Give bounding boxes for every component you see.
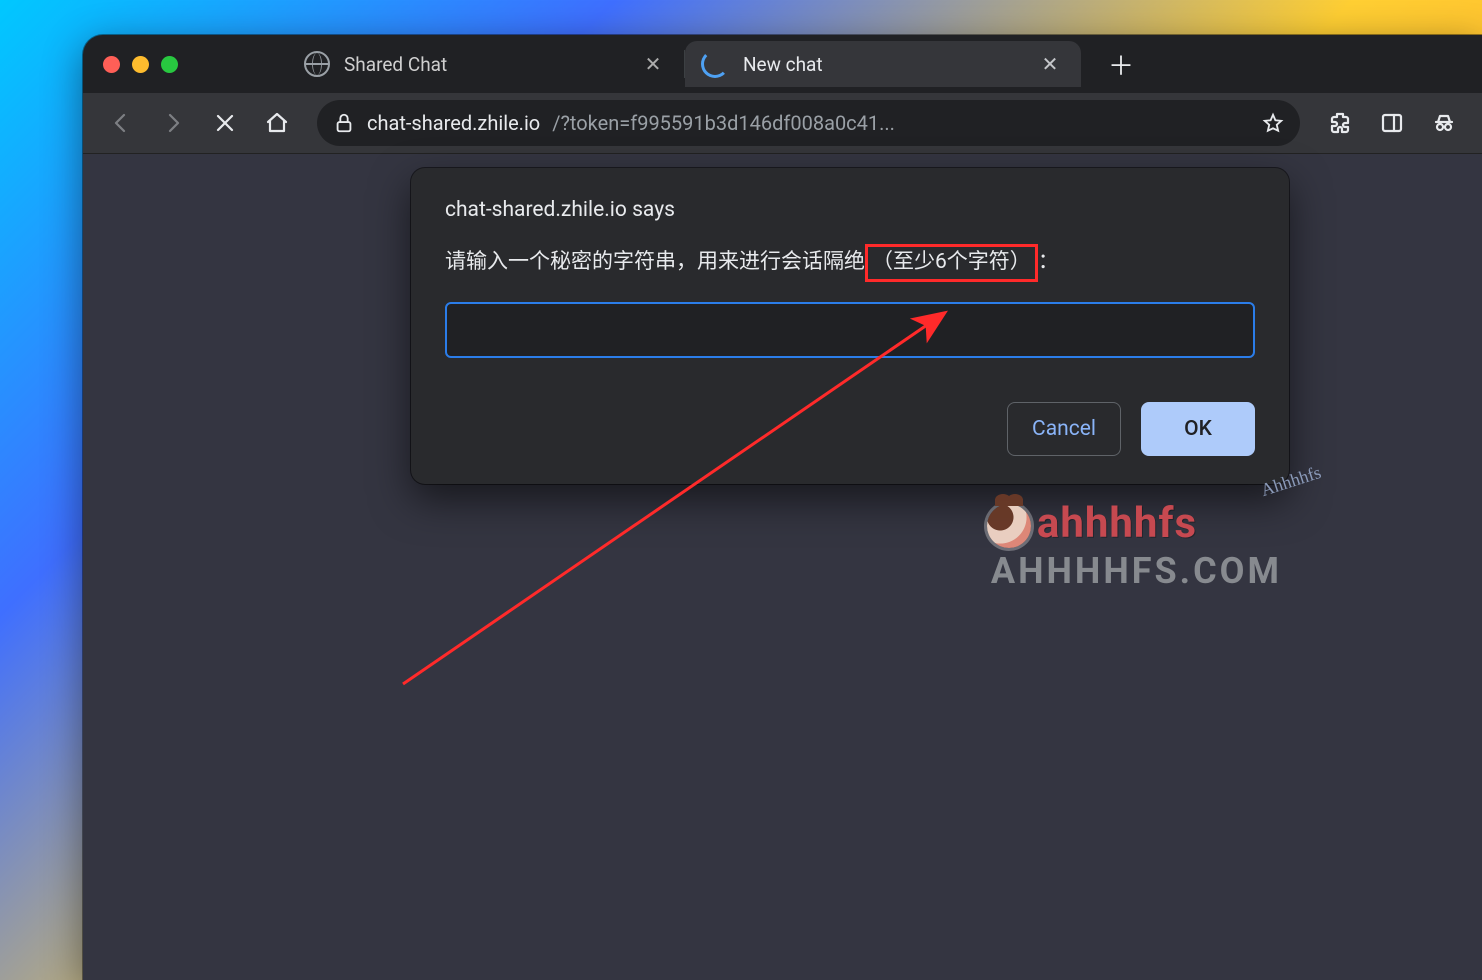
- stop-loading-button[interactable]: [205, 103, 245, 143]
- browser-window: Shared Chat ✕ New chat ✕ ＋ chat-sha: [83, 35, 1482, 980]
- maximize-window-button[interactable]: [161, 56, 178, 73]
- prompt-input[interactable]: [445, 302, 1255, 358]
- window-controls: [103, 56, 178, 73]
- dialog-message: 请输入一个秘密的字符串，用来进行会话隔绝 （至少6个字符） ：: [445, 244, 1255, 282]
- arrow-left-icon: [109, 111, 133, 135]
- tab-close-button[interactable]: ✕: [642, 52, 664, 76]
- incognito-icon: [1432, 111, 1456, 135]
- tab-title: New chat: [743, 53, 823, 76]
- watermark-avatar-icon: [987, 504, 1031, 548]
- puzzle-icon: [1328, 111, 1352, 135]
- url-path: /?token=f995591b3d146df008a0c41...: [552, 111, 1240, 135]
- tab-close-button[interactable]: ✕: [1039, 52, 1061, 76]
- close-window-button[interactable]: [103, 56, 120, 73]
- tab-title: Shared Chat: [344, 53, 447, 76]
- javascript-prompt-dialog: chat-shared.zhile.io says 请输入一个秘密的字符串，用来…: [411, 168, 1289, 484]
- dialog-buttons: Cancel OK: [445, 402, 1255, 456]
- watermark-logo: ahhhhfs: [1037, 499, 1197, 548]
- close-icon: [213, 111, 237, 135]
- tab-shared-chat[interactable]: Shared Chat ✕: [288, 41, 684, 87]
- watermark-subtext: AHHHHFS.COM: [991, 550, 1282, 592]
- back-button[interactable]: [101, 103, 141, 143]
- new-tab-button[interactable]: ＋: [1099, 42, 1143, 86]
- globe-icon: [304, 51, 330, 77]
- panel-icon: [1380, 111, 1404, 135]
- dialog-message-highlight: （至少6个字符）: [865, 244, 1038, 282]
- url-host: chat-shared.zhile.io: [367, 111, 540, 135]
- ok-button[interactable]: OK: [1141, 402, 1255, 456]
- dialog-message-part2: ：: [1038, 247, 1059, 279]
- page-content: chat-shared.zhile.io says 请输入一个秘密的字符串，用来…: [83, 154, 1482, 980]
- tab-strip: Shared Chat ✕ New chat ✕ ＋: [83, 35, 1482, 93]
- lock-icon: [333, 112, 355, 134]
- browser-toolbar: chat-shared.zhile.io /?token=f995591b3d1…: [83, 93, 1482, 154]
- incognito-indicator[interactable]: [1424, 103, 1464, 143]
- loading-spinner-icon: [701, 50, 729, 78]
- dialog-message-part1: 请输入一个秘密的字符串，用来进行会话隔绝: [445, 247, 865, 279]
- tab-new-chat[interactable]: New chat ✕: [685, 41, 1081, 87]
- watermark: Ahhhhfs ahhhhfs AHHHHFS.COM: [987, 499, 1282, 592]
- cancel-button[interactable]: Cancel: [1007, 402, 1121, 456]
- side-panel-button[interactable]: [1372, 103, 1412, 143]
- extensions-button[interactable]: [1320, 103, 1360, 143]
- home-button[interactable]: [257, 103, 297, 143]
- dialog-origin: chat-shared.zhile.io says: [445, 198, 1255, 222]
- bookmark-button[interactable]: [1262, 112, 1284, 134]
- arrow-right-icon: [161, 111, 185, 135]
- minimize-window-button[interactable]: [132, 56, 149, 73]
- home-icon: [265, 111, 289, 135]
- star-icon: [1262, 112, 1284, 134]
- forward-button[interactable]: [153, 103, 193, 143]
- address-bar[interactable]: chat-shared.zhile.io /?token=f995591b3d1…: [317, 100, 1300, 146]
